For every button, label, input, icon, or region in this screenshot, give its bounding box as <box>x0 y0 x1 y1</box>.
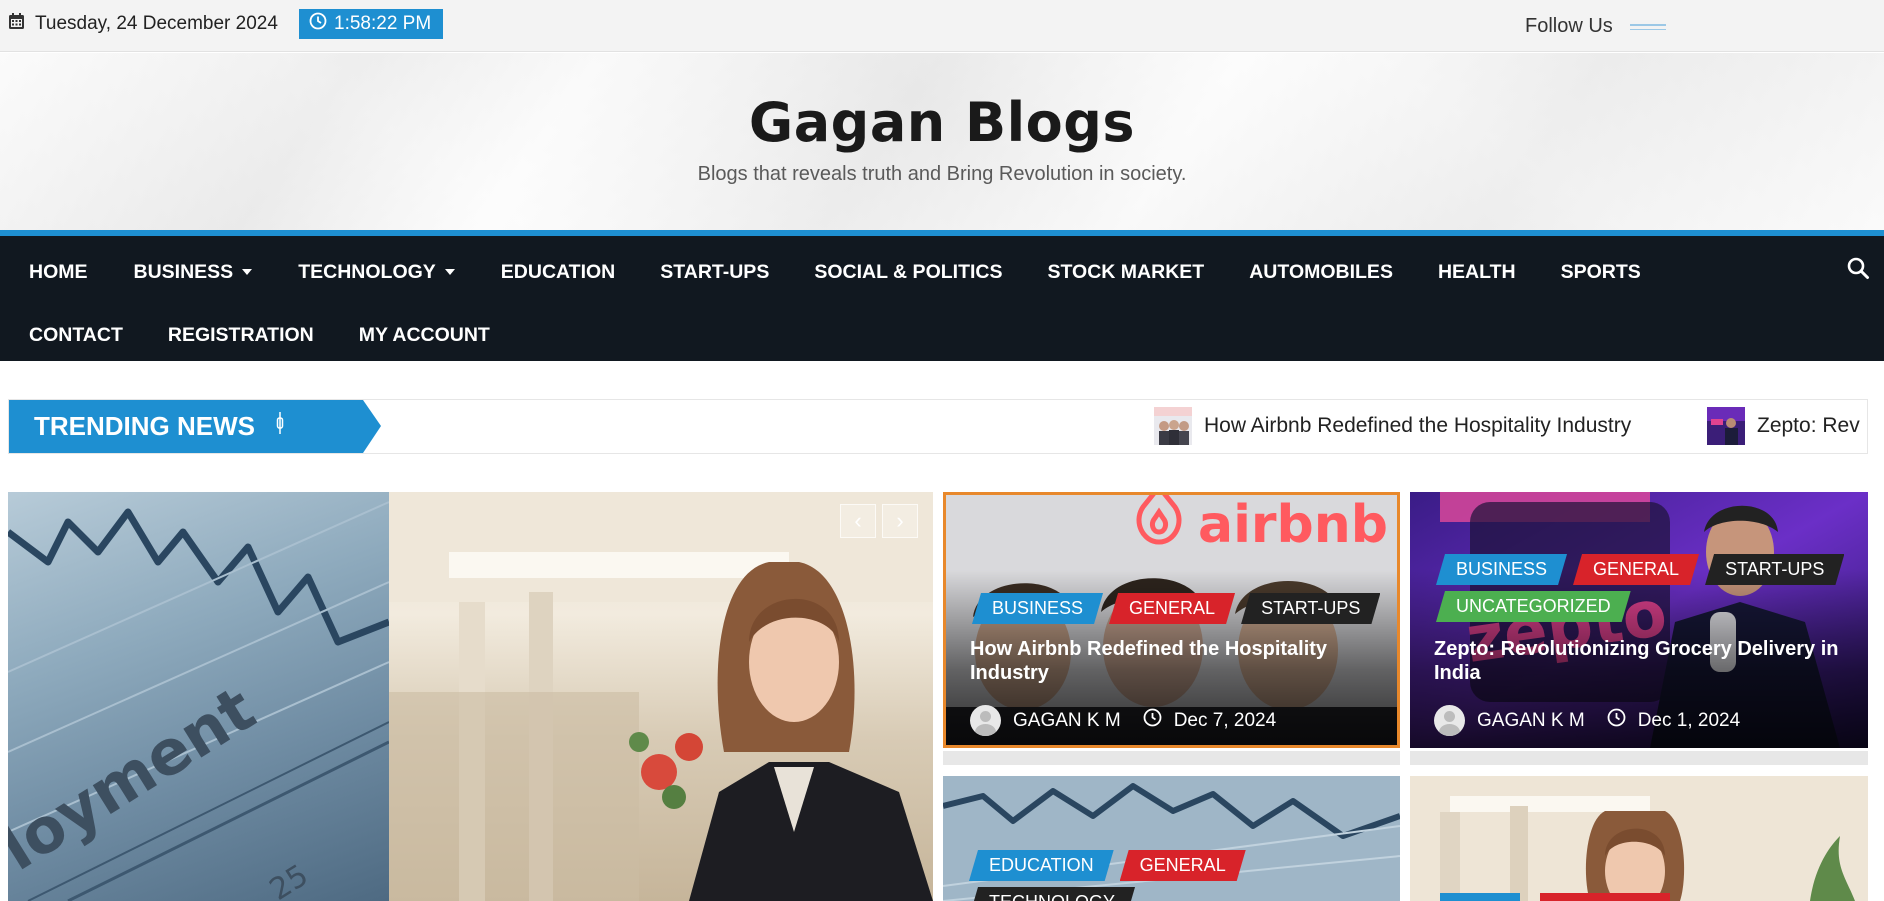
slider-prev-button[interactable]: ‹ <box>840 504 876 538</box>
follow-us-decoration <box>1630 24 1666 30</box>
clock-icon <box>1607 708 1626 733</box>
author-name[interactable]: GAGAN K M <box>1013 710 1121 732</box>
tag-general[interactable]: GENERAL <box>1109 593 1235 624</box>
card-underline <box>1410 751 1868 765</box>
card-meta: GAGAN K M Dec 1, 2024 <box>1434 705 1740 736</box>
site-tagline: Blogs that reveals truth and Bring Revol… <box>697 163 1187 185</box>
tag-general[interactable]: GENERAL <box>1120 850 1246 881</box>
caret-down-icon <box>444 269 455 275</box>
nav-row-1: HOME BUSINESS TECHNOLOGY EDUCATION START… <box>0 250 1641 294</box>
tag-start-ups[interactable]: START-UPS <box>1705 554 1844 585</box>
tag-start-ups[interactable]: START-UPS <box>1241 593 1380 624</box>
site-title[interactable]: Gagan Blogs <box>0 91 1884 154</box>
trending-news-title: TRENDING NEWS <box>34 411 255 441</box>
card-tags: BUSINESS GENERAL START-UPS UNCATEGORIZED <box>1436 554 1856 622</box>
nav-item-stock-market[interactable]: STOCK MARKET <box>1047 261 1204 284</box>
post-date[interactable]: Dec 1, 2024 <box>1638 710 1740 732</box>
tag-business[interactable]: BUSINESS <box>972 593 1103 624</box>
avatar <box>1434 705 1465 736</box>
nav-item-contact[interactable]: CONTACT <box>29 324 123 347</box>
time-text: 1:58:22 PM <box>334 13 432 34</box>
card-title[interactable]: Zepto: Revolutionizing Grocery Delivery … <box>1434 637 1850 685</box>
trending-label-arrow <box>363 400 381 453</box>
nav-row-2: CONTACT REGISTRATION MY ACCOUNT <box>0 313 490 357</box>
nav-item-business[interactable]: BUSINESS <box>134 261 253 284</box>
nav-item-start-ups[interactable]: START-UPS <box>660 261 769 284</box>
card-title[interactable]: How Airbnb Redefined the Hospitality Ind… <box>970 637 1379 685</box>
nav-item-technology[interactable]: TECHNOLOGY <box>298 261 455 284</box>
site-header: Gagan Blogs Blogs that reveals truth and… <box>0 53 1884 230</box>
trending-news-label: TRENDING NEWS <box>9 400 363 453</box>
svg-text:loyment: loyment <box>8 672 267 885</box>
top-bar: Tuesday, 24 December 2024 1:58:22 PM Fol… <box>0 0 1884 52</box>
nav-item-registration[interactable]: REGISTRATION <box>168 324 314 347</box>
author-name[interactable]: GAGAN K M <box>1477 710 1585 732</box>
post-date[interactable]: Dec 7, 2024 <box>1174 710 1276 732</box>
trending-item[interactable]: How Airbnb Redefined the Hospitality Ind… <box>1154 407 1631 445</box>
caret-down-icon <box>242 269 253 275</box>
clock-icon <box>309 12 327 36</box>
trending-thumbnail <box>1154 407 1192 445</box>
post-card-airbnb[interactable]: airbnb BUSINESS GENERAL START-UPS How Ai… <box>943 492 1400 748</box>
clock-icon <box>1143 708 1162 733</box>
card-tags: BUSINESS GENERAL START-UPS <box>972 593 1380 624</box>
main-navigation: HOME BUSINESS TECHNOLOGY EDUCATION START… <box>0 230 1884 361</box>
trending-item-title: How Airbnb Redefined the Hospitality Ind… <box>1204 414 1632 437</box>
date-display: Tuesday, 24 December 2024 <box>8 12 278 36</box>
nav-item-home[interactable]: HOME <box>29 261 88 284</box>
nav-item-social-politics[interactable]: SOCIAL & POLITICS <box>814 261 1002 284</box>
nav-item-label: BUSINESS <box>133 260 234 283</box>
card-tags: EDUCATION GENERAL TECHNOLOGY <box>969 850 1389 901</box>
time-badge: 1:58:22 PM <box>299 9 444 39</box>
search-icon[interactable] <box>1846 256 1870 280</box>
nav-item-automobiles[interactable]: AUTOMOBILES <box>1249 261 1393 284</box>
card-underline <box>943 751 1400 765</box>
trending-item-title: Zepto: Rev <box>1757 414 1860 437</box>
slider-image-woman-office <box>389 492 933 901</box>
tag-uncategorized[interactable]: UNCATEGORIZED <box>1436 591 1631 622</box>
nav-item-label: TECHNOLOGY <box>298 260 436 283</box>
card-meta: GAGAN K M Dec 7, 2024 <box>970 705 1276 736</box>
date-text: Tuesday, 24 December 2024 <box>35 13 278 34</box>
nav-item-my-account[interactable]: MY ACCOUNT <box>359 324 490 347</box>
nav-item-sports[interactable]: SPORTS <box>1561 261 1641 284</box>
post-card-zepto[interactable]: zepto BUSINESS GENERAL START-UPS UNCATEG… <box>1410 492 1868 748</box>
tag-education[interactable]: EDUCATION <box>969 850 1114 881</box>
nav-item-education[interactable]: EDUCATION <box>501 261 615 284</box>
nav-item-health[interactable]: HEALTH <box>1438 261 1516 284</box>
tag-general[interactable]: GENERAL <box>1573 554 1699 585</box>
post-card-office[interactable] <box>1410 776 1868 901</box>
svg-text:25: 25 <box>264 858 315 901</box>
slider-image-employment: loyment 25 <box>8 492 389 901</box>
tag-technology[interactable]: TECHNOLOGY <box>969 887 1135 901</box>
trending-item[interactable]: Zepto: Rev <box>1707 407 1860 445</box>
slider-next-button[interactable]: › <box>882 504 918 538</box>
featured-slider[interactable]: loyment 25 ‹ › <box>8 492 933 901</box>
pulse-icon <box>275 411 285 442</box>
trending-thumbnail <box>1707 407 1745 445</box>
avatar <box>970 705 1001 736</box>
follow-us-label: Follow Us <box>1525 15 1613 37</box>
trending-news-bar: TRENDING NEWS How Airbnb Redefined the H… <box>8 399 1868 454</box>
post-card-employment[interactable]: EDUCATION GENERAL TECHNOLOGY <box>943 776 1400 901</box>
calendar-icon <box>8 12 25 36</box>
tag-business[interactable]: BUSINESS <box>1436 554 1567 585</box>
